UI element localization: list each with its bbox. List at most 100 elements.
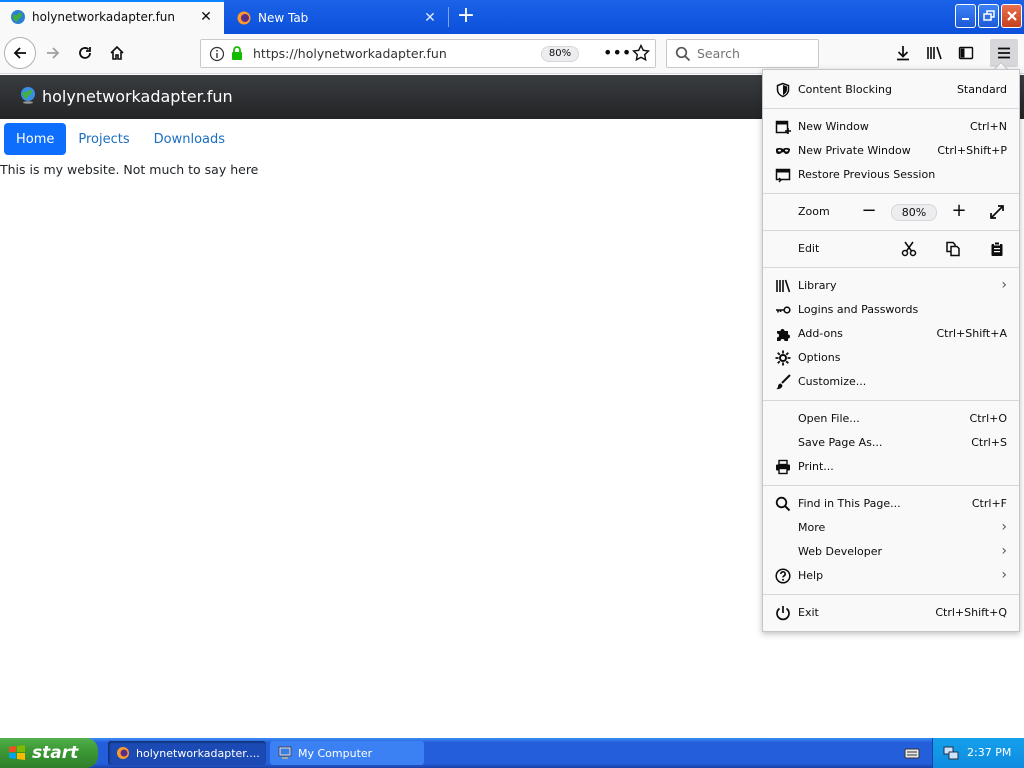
taskbar-item-my-computer[interactable]: My Computer: [270, 741, 424, 765]
reload-button[interactable]: [70, 38, 100, 68]
chevron-right-icon: ›: [1001, 567, 1007, 583]
minimize-button[interactable]: [955, 4, 976, 28]
sidebar-button[interactable]: [951, 38, 981, 68]
downloads-button[interactable]: [888, 38, 918, 68]
taskbar-item-firefox[interactable]: holynetworkadapter....: [108, 741, 266, 765]
close-window-button[interactable]: [1001, 4, 1022, 28]
globe-icon: [11, 10, 25, 24]
close-icon: [1006, 11, 1017, 21]
url-text[interactable]: https://holynetworkadapter.fun: [253, 46, 447, 61]
cut-icon[interactable]: [901, 241, 917, 257]
power-icon: [776, 606, 790, 621]
page-body-text: This is my website. Not much to say here: [0, 162, 259, 177]
gear-icon: [775, 350, 791, 366]
restore-icon: [982, 10, 995, 21]
tab-strip: holynetworkadapter.fun ✕ New Tab ✕ +: [0, 0, 1024, 34]
search-icon: [675, 46, 691, 62]
menu-item-addons[interactable]: Add-ons Ctrl+Shift+A: [763, 322, 1019, 346]
nav-link-projects[interactable]: Projects: [66, 123, 141, 155]
new-tab-button[interactable]: +: [454, 5, 478, 29]
restore-session-icon: [775, 168, 791, 183]
bookmark-star-icon[interactable]: [632, 44, 650, 62]
search-input[interactable]: [697, 43, 813, 64]
menu-item-options[interactable]: Options: [763, 346, 1019, 370]
minimize-icon: [961, 18, 969, 20]
paintbrush-icon: [776, 374, 791, 390]
taskbar: start holynetworkadapter.... My Computer…: [0, 738, 1024, 768]
shield-icon: [776, 82, 790, 98]
paste-icon[interactable]: [989, 241, 1005, 257]
menu-separator: [763, 485, 1019, 486]
key-icon: [776, 306, 791, 314]
menu-item-edit: Edit: [763, 237, 1019, 261]
network-icon[interactable]: [943, 746, 959, 760]
keyboard-icon[interactable]: [904, 746, 920, 760]
zoom-reset-button[interactable]: 80%: [891, 204, 937, 221]
site-title[interactable]: holynetworkadapter.fun: [42, 87, 233, 106]
menu-item-zoom: Zoom − 80% +: [763, 200, 1019, 224]
menu-item-library[interactable]: Library ›: [763, 274, 1019, 298]
tab-label: New Tab: [258, 11, 309, 25]
zoom-badge[interactable]: 80%: [541, 46, 579, 62]
computer-icon: [278, 746, 292, 759]
close-tab-icon[interactable]: ✕: [198, 9, 214, 25]
menu-item-exit[interactable]: Exit Ctrl+Shift+Q: [763, 601, 1019, 625]
nav-link-home[interactable]: Home: [4, 123, 67, 155]
taskbar-item-label: My Computer: [298, 746, 373, 760]
page-actions-icon[interactable]: •••: [603, 43, 631, 62]
clock[interactable]: 2:37 PM: [967, 746, 1011, 759]
firefox-icon: [117, 747, 129, 759]
help-icon: [775, 568, 791, 584]
chevron-right-icon: ›: [1001, 543, 1007, 559]
tab-label: holynetworkadapter.fun: [32, 10, 176, 24]
menu-item-web-developer[interactable]: Web Developer ›: [763, 540, 1019, 564]
menu-item-logins[interactable]: Logins and Passwords: [763, 298, 1019, 322]
library-button[interactable]: [920, 38, 950, 68]
search-icon: [775, 496, 791, 512]
new-window-icon: [775, 120, 791, 134]
nav-link-downloads[interactable]: Downloads: [142, 123, 237, 155]
menu-item-more[interactable]: More ›: [763, 516, 1019, 540]
fullscreen-icon[interactable]: [989, 204, 1005, 220]
menu-item-find[interactable]: Find in This Page... Ctrl+F: [763, 492, 1019, 516]
search-bar[interactable]: [666, 39, 819, 68]
home-button[interactable]: [102, 38, 132, 68]
menu-item-content-blocking[interactable]: Content Blocking Standard: [763, 78, 1019, 102]
tab-holynetworkadapter[interactable]: holynetworkadapter.fun ✕: [0, 0, 224, 34]
menu-item-restore-session[interactable]: Restore Previous Session: [763, 163, 1019, 187]
url-bar[interactable]: https://holynetworkadapter.fun 80% •••: [200, 39, 656, 68]
navigation-toolbar: https://holynetworkadapter.fun 80% •••: [0, 34, 1024, 74]
chevron-right-icon: ›: [1001, 277, 1007, 293]
menu-separator: [763, 193, 1019, 194]
back-arrow-icon: [13, 47, 26, 59]
menu-item-new-private-window[interactable]: New Private Window Ctrl+Shift+P: [763, 139, 1019, 163]
menu-item-print[interactable]: Print...: [763, 455, 1019, 479]
info-icon[interactable]: [209, 46, 225, 62]
open-menu-button[interactable]: [990, 39, 1018, 67]
puzzle-icon: [777, 329, 790, 341]
back-button[interactable]: [4, 37, 36, 69]
menu-item-new-window[interactable]: New Window Ctrl+N: [763, 115, 1019, 139]
copy-icon[interactable]: [945, 241, 961, 257]
forward-arrow-icon: [47, 47, 60, 59]
site-nav: Home Projects Downloads: [4, 123, 237, 155]
forward-button[interactable]: [38, 38, 68, 68]
menu-item-help[interactable]: Help ›: [763, 564, 1019, 588]
tab-separator: [448, 7, 449, 27]
menu-separator: [763, 108, 1019, 109]
menu-item-open-file[interactable]: Open File... Ctrl+O: [763, 407, 1019, 431]
lock-icon[interactable]: [229, 45, 245, 61]
start-button[interactable]: start: [0, 738, 98, 768]
zoom-in-button[interactable]: +: [949, 202, 969, 222]
menu-item-save-page[interactable]: Save Page As... Ctrl+S: [763, 431, 1019, 455]
windows-logo-icon: [9, 745, 25, 760]
restore-button[interactable]: [978, 4, 999, 28]
menu-item-customize[interactable]: Customize...: [763, 370, 1019, 394]
menu-separator: [763, 230, 1019, 231]
globe-icon: [21, 87, 35, 104]
download-icon: [897, 46, 909, 61]
close-tab-icon[interactable]: ✕: [422, 10, 438, 26]
zoom-out-button[interactable]: −: [859, 202, 879, 222]
tab-new-tab[interactable]: New Tab ✕: [226, 2, 448, 34]
start-label: start: [32, 743, 79, 763]
